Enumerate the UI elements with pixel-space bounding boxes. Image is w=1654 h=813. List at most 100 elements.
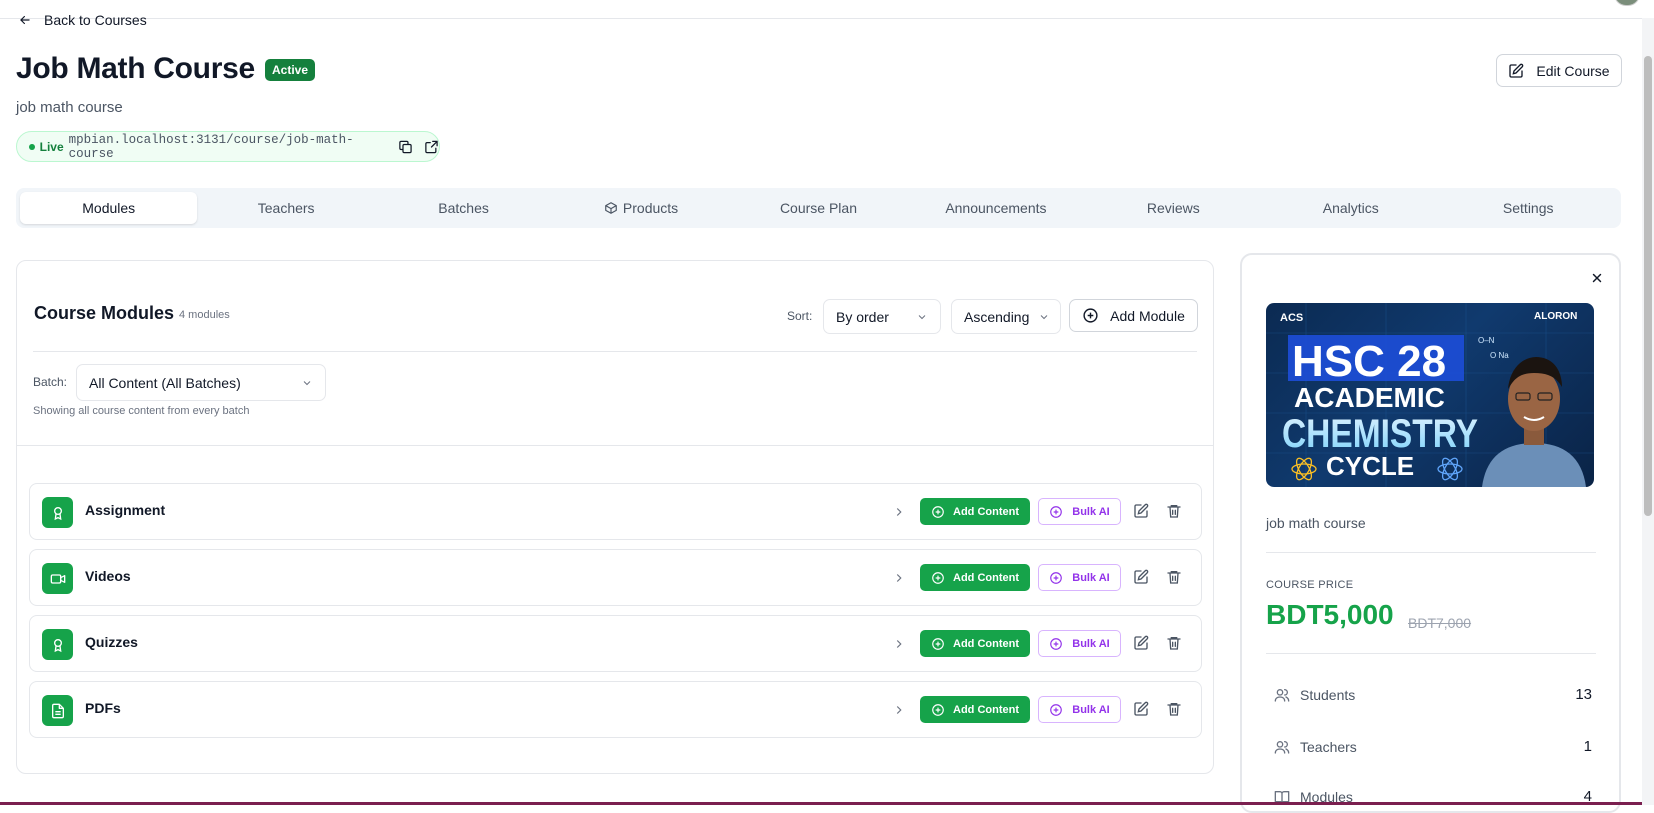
video-icon: [50, 573, 65, 584]
live-label: Live: [39, 139, 64, 154]
live-dot-icon: [29, 143, 35, 150]
course-summary-card: ACS ALORON O–N O Na HSC 28 ACADEMIC CHEM…: [1240, 253, 1621, 813]
batch-select[interactable]: All Content (All Batches): [76, 364, 326, 401]
module-icon: [42, 695, 73, 726]
old-price: BDT7,000: [1408, 615, 1472, 631]
plus-circle-icon: [1050, 505, 1063, 518]
thumb-line-2: ACADEMIC: [1294, 382, 1445, 413]
tab-label: Modules: [82, 200, 136, 216]
stat-value: 13: [1575, 686, 1592, 703]
tab-label: Products: [622, 200, 679, 216]
chevron-right-icon[interactable]: [892, 505, 906, 519]
edit-course-label: Edit Course: [1536, 62, 1610, 79]
bulk-ai-label: Bulk AI: [1072, 571, 1110, 584]
edit-icon[interactable]: [1133, 701, 1149, 717]
module-row-pdfs[interactable]: PDFs Add Content Bulk AI: [29, 681, 1202, 738]
add-content-button[interactable]: Add Content: [920, 630, 1030, 657]
add-content-button[interactable]: Add Content: [920, 696, 1030, 723]
course-tabs: Modules Teachers Batches Products Course…: [16, 188, 1621, 228]
module-name: PDFs: [85, 700, 121, 716]
file-text-icon: [51, 703, 64, 718]
sidebar-description: job math course: [1266, 515, 1366, 531]
page-title: Job Math Course: [16, 52, 255, 85]
bulk-ai-button[interactable]: Bulk AI: [1038, 630, 1121, 657]
module-name: Quizzes: [85, 634, 138, 650]
chevron-right-icon[interactable]: [892, 703, 906, 717]
trash-icon[interactable]: [1166, 635, 1182, 651]
edit-icon[interactable]: [1133, 635, 1149, 651]
module-count: 4 modules: [179, 309, 230, 321]
sort-direction-select[interactable]: Ascending: [951, 299, 1061, 334]
tab-analytics[interactable]: Analytics: [1262, 192, 1439, 224]
bulk-ai-button[interactable]: Bulk AI: [1038, 696, 1121, 723]
course-price: BDT5,000: [1266, 599, 1394, 630]
trash-icon[interactable]: [1166, 503, 1182, 519]
tab-announcements[interactable]: Announcements: [907, 192, 1084, 224]
stat-students: Students 13: [1274, 686, 1592, 703]
thumb-brand-right: ALORON: [1534, 311, 1577, 322]
chevron-right-icon[interactable]: [892, 637, 906, 651]
atom-icon: [1291, 457, 1317, 481]
copy-icon[interactable]: [398, 139, 413, 155]
tab-teachers[interactable]: Teachers: [197, 192, 374, 224]
sidebar-divider: [1266, 653, 1596, 654]
module-row-assignment[interactable]: Assignment Add Content Bulk AI: [29, 483, 1202, 540]
sort-label: Sort:: [787, 309, 813, 323]
arrow-left-icon: [20, 15, 30, 25]
add-content-label: Add Content: [953, 505, 1019, 518]
close-icon[interactable]: [1590, 271, 1604, 285]
trash-icon[interactable]: [1166, 569, 1182, 585]
tab-reviews[interactable]: Reviews: [1085, 192, 1262, 224]
scrollbar-thumb[interactable]: [1644, 56, 1652, 516]
thumb-formula-1: O–N: [1478, 336, 1495, 345]
thumbnail-art: ACS ALORON O–N O Na HSC 28 ACADEMIC CHEM…: [1266, 303, 1594, 487]
status-badge: Active: [265, 59, 316, 81]
module-row-videos[interactable]: Videos Add Content Bulk AI: [29, 549, 1202, 606]
tab-settings[interactable]: Settings: [1440, 192, 1617, 224]
tab-label: Analytics: [1322, 200, 1379, 216]
users-icon: [1274, 740, 1290, 754]
module-name: Assignment: [85, 502, 166, 518]
sort-by-select[interactable]: By order: [823, 299, 941, 334]
batch-note: Showing all course content from every ba…: [33, 405, 250, 417]
add-module-label: Add Module: [1110, 307, 1185, 324]
add-content-label: Add Content: [953, 703, 1019, 716]
plus-circle-icon: [1083, 308, 1098, 323]
back-label: Back to Courses: [44, 12, 147, 28]
chevron-down-icon: [1040, 314, 1048, 319]
tab-label: Reviews: [1146, 200, 1200, 216]
bulk-ai-button[interactable]: Bulk AI: [1038, 498, 1121, 525]
sort-direction-value: Ascending: [964, 308, 1030, 325]
bulk-ai-button[interactable]: Bulk AI: [1038, 564, 1121, 591]
trash-icon[interactable]: [1166, 701, 1182, 717]
module-row-quizzes[interactable]: Quizzes Add Content Bulk AI: [29, 615, 1202, 672]
tab-products[interactable]: Products: [552, 192, 729, 224]
edit-icon[interactable]: [1133, 503, 1149, 519]
add-content-label: Add Content: [953, 571, 1019, 584]
tab-course-plan[interactable]: Course Plan: [730, 192, 907, 224]
plus-circle-icon: [1050, 637, 1063, 650]
plus-circle-icon: [932, 505, 944, 518]
tab-label: Batches: [438, 200, 489, 216]
add-content-button[interactable]: Add Content: [920, 498, 1030, 525]
edit-course-button[interactable]: Edit Course: [1496, 54, 1622, 87]
chevron-right-icon[interactable]: [892, 571, 906, 585]
tab-label: Course Plan: [779, 200, 857, 216]
external-link-icon[interactable]: [424, 139, 439, 155]
plus-circle-icon: [932, 703, 944, 716]
thumb-line-3: CHEMISTRY: [1282, 412, 1478, 456]
thumb-brand-left: ACS: [1280, 312, 1303, 324]
add-content-button[interactable]: Add Content: [920, 564, 1030, 591]
back-to-courses-link[interactable]: Back to Courses: [18, 12, 147, 28]
plus-circle-icon: [932, 571, 944, 584]
add-module-button[interactable]: Add Module: [1069, 299, 1198, 332]
course-modules-panel: Course Modules 4 modules Sort: By order …: [16, 260, 1214, 774]
tab-modules[interactable]: Modules: [20, 192, 198, 224]
tab-label: Announcements: [945, 200, 1047, 216]
user-avatar[interactable]: [1614, 0, 1640, 6]
presenter-photo: [1482, 357, 1586, 487]
tab-batches[interactable]: Batches: [375, 192, 552, 224]
page-scrollbar[interactable]: [1642, 18, 1654, 805]
add-content-label: Add Content: [953, 637, 1019, 650]
edit-icon[interactable]: [1133, 569, 1149, 585]
